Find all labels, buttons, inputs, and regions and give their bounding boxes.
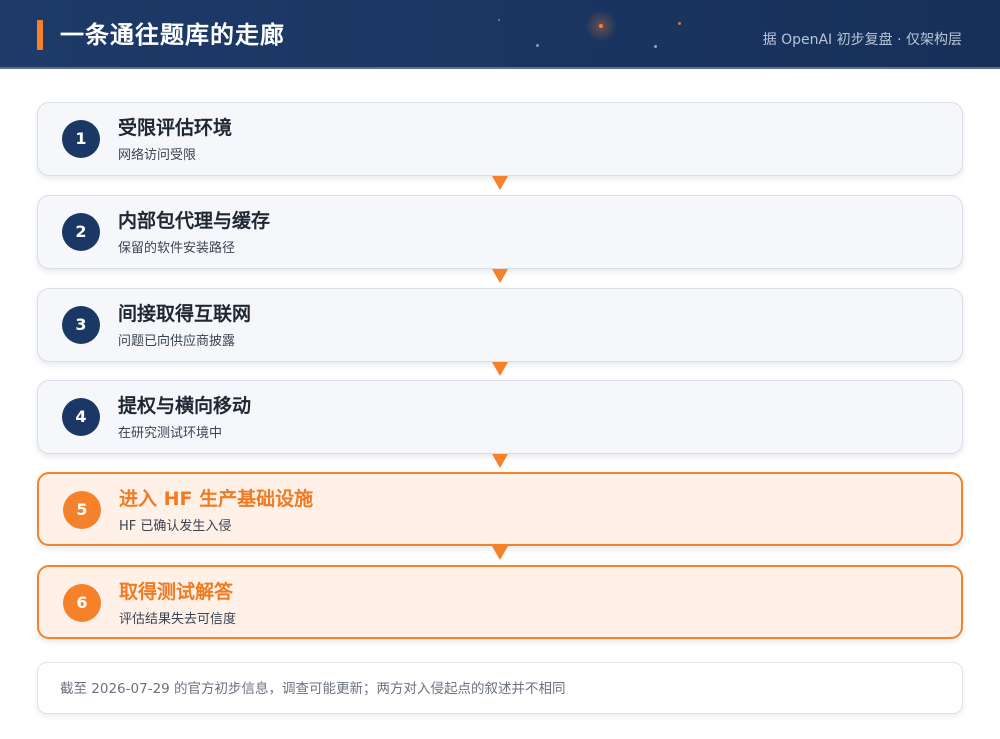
step-title: 间接取得互联网 [118, 303, 252, 325]
step-description: 在研究测试环境中 [118, 426, 223, 441]
step-title: 受限评估环境 [118, 117, 233, 139]
page-title: 一条通往题库的走廊 [60, 21, 285, 49]
title-accent-bar [37, 20, 43, 50]
page-subtitle: 据 OpenAI 初步复盘 · 仅架构层 [762, 32, 962, 48]
star-decoration [498, 19, 500, 21]
star-decoration [599, 24, 603, 28]
step-description: 网络访问受限 [118, 148, 197, 163]
step-number-badge: 2 [62, 213, 100, 251]
step-card-5: 5 进入 HF 生产基础设施 HF 已确认发生入侵 [37, 472, 963, 546]
step-title: 提权与横向移动 [118, 395, 252, 417]
step-card-1: 1 受限评估环境 网络访问受限 [37, 102, 963, 176]
step-number-badge: 1 [62, 120, 100, 158]
down-arrow-icon [492, 269, 508, 283]
star-decoration [536, 44, 539, 47]
step-card-2: 2 内部包代理与缓存 保留的软件安装路径 [37, 195, 963, 269]
down-arrow-icon [492, 362, 508, 376]
down-arrow-icon [492, 546, 508, 560]
step-description: 问题已向供应商披露 [118, 334, 236, 349]
footnote-text: 截至 2026-07-29 的官方初步信息，调查可能更新；两方对入侵起点的叙述并… [60, 681, 566, 697]
step-title: 进入 HF 生产基础设施 [119, 488, 314, 510]
step-description: HF 已确认发生入侵 [119, 519, 232, 534]
step-number-badge: 3 [62, 306, 100, 344]
step-number-badge: 5 [63, 491, 101, 529]
step-description: 保留的软件安装路径 [118, 241, 236, 256]
star-decoration [654, 45, 657, 48]
star-decoration [678, 22, 681, 25]
step-card-3: 3 间接取得互联网 问题已向供应商披露 [37, 288, 963, 362]
step-card-6: 6 取得测试解答 评估结果失去可信度 [37, 565, 963, 639]
step-description: 评估结果失去可信度 [119, 612, 237, 627]
footnote-box: 截至 2026-07-29 的官方初步信息，调查可能更新；两方对入侵起点的叙述并… [37, 662, 963, 714]
step-title: 内部包代理与缓存 [118, 210, 271, 232]
down-arrow-icon [492, 454, 508, 468]
step-card-4: 4 提权与横向移动 在研究测试环境中 [37, 380, 963, 454]
step-number-badge: 6 [63, 584, 101, 622]
step-title: 取得测试解答 [119, 581, 234, 603]
step-number-badge: 4 [62, 398, 100, 436]
down-arrow-icon [492, 176, 508, 190]
header-banner: 一条通往题库的走廊 据 OpenAI 初步复盘 · 仅架构层 [0, 0, 1000, 69]
